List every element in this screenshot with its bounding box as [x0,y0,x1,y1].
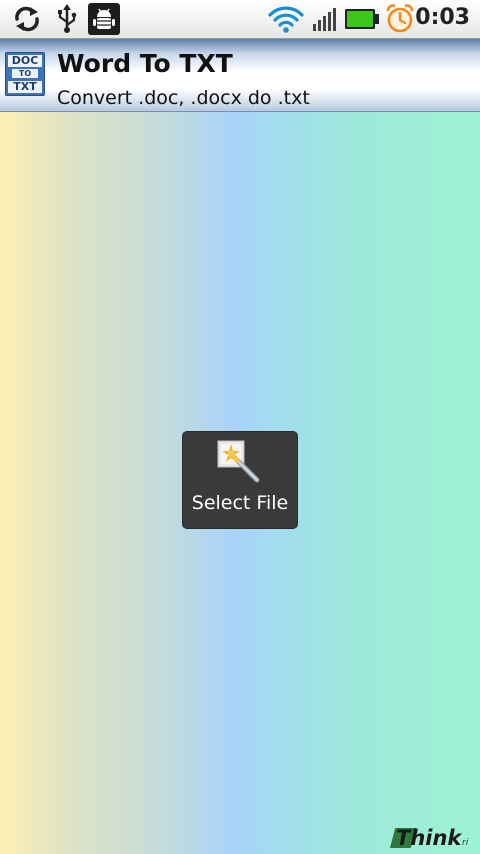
usb-icon [58,4,77,33]
battery-icon [345,9,379,29]
sync-icon [15,6,39,32]
signal-icon [313,8,336,31]
app-subtitle: Convert .doc, .docx do .txt [57,87,310,109]
brand-text: Think [396,826,462,850]
clock-time: 0:03 [415,5,470,30]
app-icon-line-2: TO [12,69,38,79]
brand-watermark: Think ri [390,826,478,852]
app-title: Word To TXT [57,49,233,78]
select-file-button[interactable]: Select File [183,432,297,528]
doc-to-txt-app-icon: DOC TO TXT [5,52,45,96]
alarm-icon [386,4,414,33]
magic-wand-icon [217,440,260,483]
wifi-icon [268,6,304,33]
status-bar: 0:03 [0,0,480,39]
brand-suffix: ri [462,838,469,848]
app-title-bar: DOC TO TXT Word To TXT Convert .doc, .do… [0,39,480,112]
app-icon-line-1: DOC [8,55,42,68]
app-icon-line-3: TXT [8,80,42,93]
android-debug-icon [88,3,120,35]
select-file-label: Select File [191,492,289,514]
